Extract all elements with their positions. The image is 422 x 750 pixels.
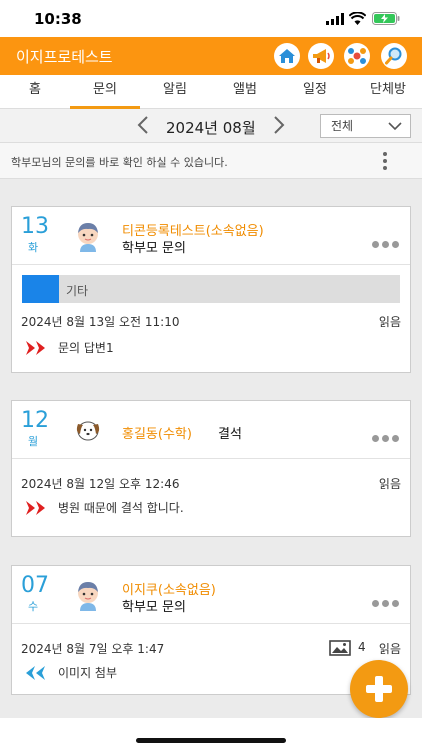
card-subject: 학부모 문의 [122, 241, 186, 256]
bottom-bar [0, 718, 422, 750]
filter-select[interactable]: 전체 [320, 114, 411, 138]
inquiry-card[interactable]: 12 월 홍길동(수학) 결석 2024년 8월 12일 오후 12:46 읽음… [11, 400, 411, 537]
category-color [22, 275, 59, 303]
tab-group-chat[interactable]: 단체방 [360, 75, 416, 109]
prev-month-icon[interactable] [134, 115, 154, 135]
double-chevron-right-icon [26, 501, 45, 515]
home-icon[interactable] [274, 43, 300, 69]
read-status: 읽음 [378, 477, 401, 491]
app-bar: 이지프로테스트 [0, 37, 422, 75]
card-day: 12 [21, 408, 49, 433]
image-icon [329, 640, 351, 656]
month-bar: 2024년 08월 전체 [0, 109, 422, 143]
reply-text: 이미지 첨부 [58, 666, 118, 680]
app-title: 이지프로테스트 [16, 48, 113, 66]
filter-value: 전체 [331, 119, 354, 133]
card-subject: 결석 [218, 427, 242, 442]
battery-icon [372, 12, 400, 25]
more-vertical-icon[interactable] [383, 152, 389, 172]
tab-home[interactable]: 홈 [15, 75, 55, 109]
wifi-icon [349, 12, 366, 25]
read-status: 읽음 [378, 642, 401, 656]
reply-text: 문의 답변1 [58, 341, 114, 355]
share-icon[interactable] [344, 43, 370, 69]
boy-avatar-icon [78, 223, 98, 252]
tab-album[interactable]: 앨범 [220, 75, 270, 109]
card-subject: 학부모 문의 [122, 600, 186, 615]
home-indicator [136, 738, 286, 743]
month-label: 2024년 08월 [166, 119, 256, 137]
double-chevron-right-icon [26, 341, 45, 355]
tab-inquiry[interactable]: 문의 [70, 75, 140, 109]
card-datetime: 2024년 8월 13일 오전 11:10 [21, 315, 180, 329]
reply-text: 병원 때문에 결석 합니다. [58, 501, 184, 515]
puppy-avatar-icon [76, 421, 100, 441]
image-count: 4 [358, 640, 366, 654]
card-author: 홍길동(수학) [122, 427, 192, 442]
search-icon[interactable] [381, 43, 407, 69]
category-bar: 기타 [22, 275, 400, 303]
card-weekday: 화 [28, 241, 39, 254]
tab-notice[interactable]: 알림 [150, 75, 200, 109]
boy-avatar-icon [78, 582, 98, 611]
card-weekday: 수 [28, 600, 39, 613]
more-horizontal-icon[interactable] [372, 233, 402, 248]
double-chevron-left-icon [26, 666, 45, 680]
chevron-down-icon [388, 122, 402, 131]
status-bar: 10:38 [0, 0, 422, 37]
card-datetime: 2024년 8월 12일 오후 12:46 [21, 477, 180, 491]
info-text: 학부모님의 문의를 바로 확인 하실 수 있습니다. [11, 156, 228, 169]
status-time: 10:38 [34, 10, 82, 28]
more-horizontal-icon[interactable] [372, 427, 402, 442]
card-datetime: 2024년 8월 7일 오후 1:47 [21, 642, 165, 656]
card-weekday: 월 [28, 435, 39, 448]
tab-schedule[interactable]: 일정 [290, 75, 340, 109]
megaphone-icon[interactable] [308, 43, 334, 69]
tab-bar: 홈 문의 알림 앨범 일정 단체방 [0, 75, 422, 109]
inquiry-card[interactable]: 13 화 티콘등록테스트(소속없음) 학부모 문의 기타 2024년 8월 13… [11, 206, 411, 373]
read-status: 읽음 [378, 315, 401, 329]
add-inquiry-button[interactable] [350, 660, 408, 718]
category-label: 기타 [66, 284, 89, 298]
inquiry-card[interactable]: 07 수 이지쿠(소속없음) 학부모 문의 2024년 8월 7일 오후 1:4… [11, 565, 411, 695]
signal-icon [326, 13, 344, 25]
more-horizontal-icon[interactable] [372, 592, 402, 607]
card-day: 13 [21, 214, 49, 239]
card-day: 07 [21, 573, 49, 598]
next-month-icon[interactable] [268, 115, 288, 135]
info-bar: 학부모님의 문의를 바로 확인 하실 수 있습니다. [0, 143, 422, 179]
